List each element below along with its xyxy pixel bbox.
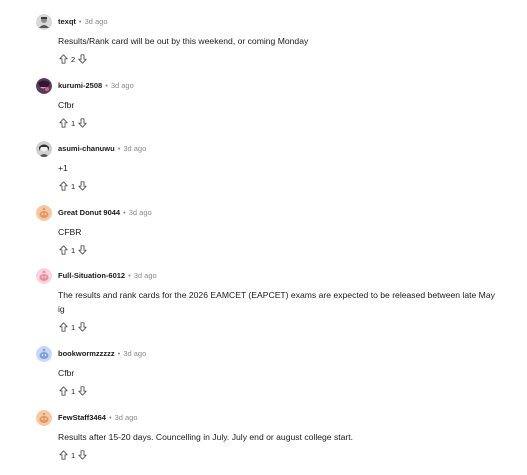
comment: texqt • 3d ago Results/Rank card will be… [36, 14, 522, 65]
downvote-arrow-icon[interactable] [77, 322, 88, 333]
vote-count: 1 [71, 386, 76, 396]
comment: Great Donut 9044 • 3d ago CFBR 1 [36, 205, 522, 256]
downvote-arrow-icon[interactable] [77, 181, 88, 192]
separator-dot: • [78, 16, 82, 26]
comment: Full-Situation-6012 • 3d ago The results… [36, 268, 522, 333]
comment-text: Cfbr [58, 368, 75, 378]
avatar[interactable] [36, 141, 52, 157]
comment-text-line: The results and rank cards for the 2026 … [58, 290, 495, 300]
upvote-arrow-icon[interactable] [58, 450, 69, 461]
vote-row: 2 [58, 53, 522, 65]
avatar-image-icon [36, 141, 52, 157]
comment-text: CFBR [58, 227, 82, 237]
downvote-arrow-icon[interactable] [77, 386, 88, 397]
comment-header: Great Donut 9044 • 3d ago [36, 205, 522, 219]
avatar[interactable] [36, 205, 52, 221]
avatar-image-icon [36, 14, 52, 30]
vote-row: 1 [58, 180, 522, 192]
comment-header: bookwormzzzzz • 3d ago [36, 346, 522, 360]
vote-row: 1 [58, 117, 522, 129]
comment: kurumi-2508 • 3d ago Cfbr 1 [36, 78, 522, 129]
upvote-arrow-icon[interactable] [58, 245, 69, 256]
timestamp[interactable]: 3d ago [115, 413, 138, 422]
downvote-arrow-icon[interactable] [77, 450, 88, 461]
avatar[interactable] [36, 410, 52, 426]
downvote-arrow-icon[interactable] [77, 54, 88, 65]
vote-row: 1 [58, 321, 522, 333]
timestamp[interactable]: 3d ago [85, 17, 108, 26]
username[interactable]: kurumi-2508 [58, 81, 102, 90]
avatar-image-icon [36, 78, 52, 94]
comment-text-line: ig [58, 304, 65, 314]
vote-row: 1 [58, 449, 522, 461]
timestamp[interactable]: 3d ago [111, 81, 134, 90]
comment-text: The results and rank cards for the 2026 … [58, 288, 522, 316]
vote-count: 1 [71, 322, 76, 332]
avatar[interactable] [36, 14, 52, 30]
vote-row: 1 [58, 385, 522, 397]
comment: bookwormzzzzz • 3d ago Cfbr 1 [36, 346, 522, 397]
comment-header: texqt • 3d ago [36, 14, 522, 28]
snoo-avatar-icon [36, 268, 52, 284]
username[interactable]: FewStaff3464 [58, 413, 106, 422]
downvote-arrow-icon[interactable] [77, 118, 88, 129]
separator-dot: • [128, 270, 131, 280]
separator-dot: • [117, 143, 121, 153]
vote-count: 2 [71, 54, 76, 64]
comment-text: Results/Rank card will be out by this we… [58, 36, 309, 46]
timestamp[interactable]: 3d ago [129, 208, 152, 217]
timestamp[interactable]: 3d ago [123, 144, 146, 153]
vote-count: 1 [71, 450, 76, 460]
upvote-arrow-icon[interactable] [58, 54, 69, 65]
comment-text: Results after 15-20 days. Councelling in… [58, 432, 354, 442]
username[interactable]: Great Donut 9044 [58, 208, 120, 217]
comment: asumi-chanuwu • 3d ago +1 1 [36, 141, 522, 192]
separator-dot: • [117, 348, 121, 358]
separator-dot: • [105, 80, 108, 90]
username[interactable]: bookwormzzzzz [58, 349, 115, 358]
timestamp[interactable]: 3d ago [123, 349, 146, 358]
downvote-arrow-icon[interactable] [77, 245, 88, 256]
username[interactable]: texqt [58, 17, 76, 26]
comment-text: Cfbr [58, 100, 75, 110]
snoo-avatar-icon [36, 205, 52, 221]
upvote-arrow-icon[interactable] [58, 386, 69, 397]
avatar[interactable] [36, 346, 52, 362]
upvote-arrow-icon[interactable] [58, 181, 69, 192]
comment: FewStaff3464 • 3d ago Results after 15-2… [36, 410, 522, 461]
snoo-avatar-icon [36, 346, 52, 362]
snoo-avatar-icon [36, 410, 52, 426]
comment-text: +1 [58, 163, 68, 173]
username[interactable]: Full-Situation-6012 [58, 271, 125, 280]
avatar[interactable] [36, 268, 52, 284]
vote-count: 1 [71, 181, 76, 191]
upvote-arrow-icon[interactable] [58, 118, 69, 129]
upvote-arrow-icon[interactable] [58, 322, 69, 333]
comment-header: asumi-chanuwu • 3d ago [36, 141, 522, 155]
comment-header: kurumi-2508 • 3d ago [36, 78, 522, 92]
vote-row: 1 [58, 244, 522, 256]
username[interactable]: asumi-chanuwu [58, 144, 115, 153]
avatar[interactable] [36, 78, 52, 94]
vote-count: 1 [71, 245, 76, 255]
separator-dot: • [108, 412, 112, 422]
comment-header: FewStaff3464 • 3d ago [36, 410, 522, 424]
timestamp[interactable]: 3d ago [134, 271, 157, 280]
comment-header: Full-Situation-6012 • 3d ago [36, 268, 522, 282]
separator-dot: • [123, 207, 126, 217]
vote-count: 1 [71, 118, 76, 128]
